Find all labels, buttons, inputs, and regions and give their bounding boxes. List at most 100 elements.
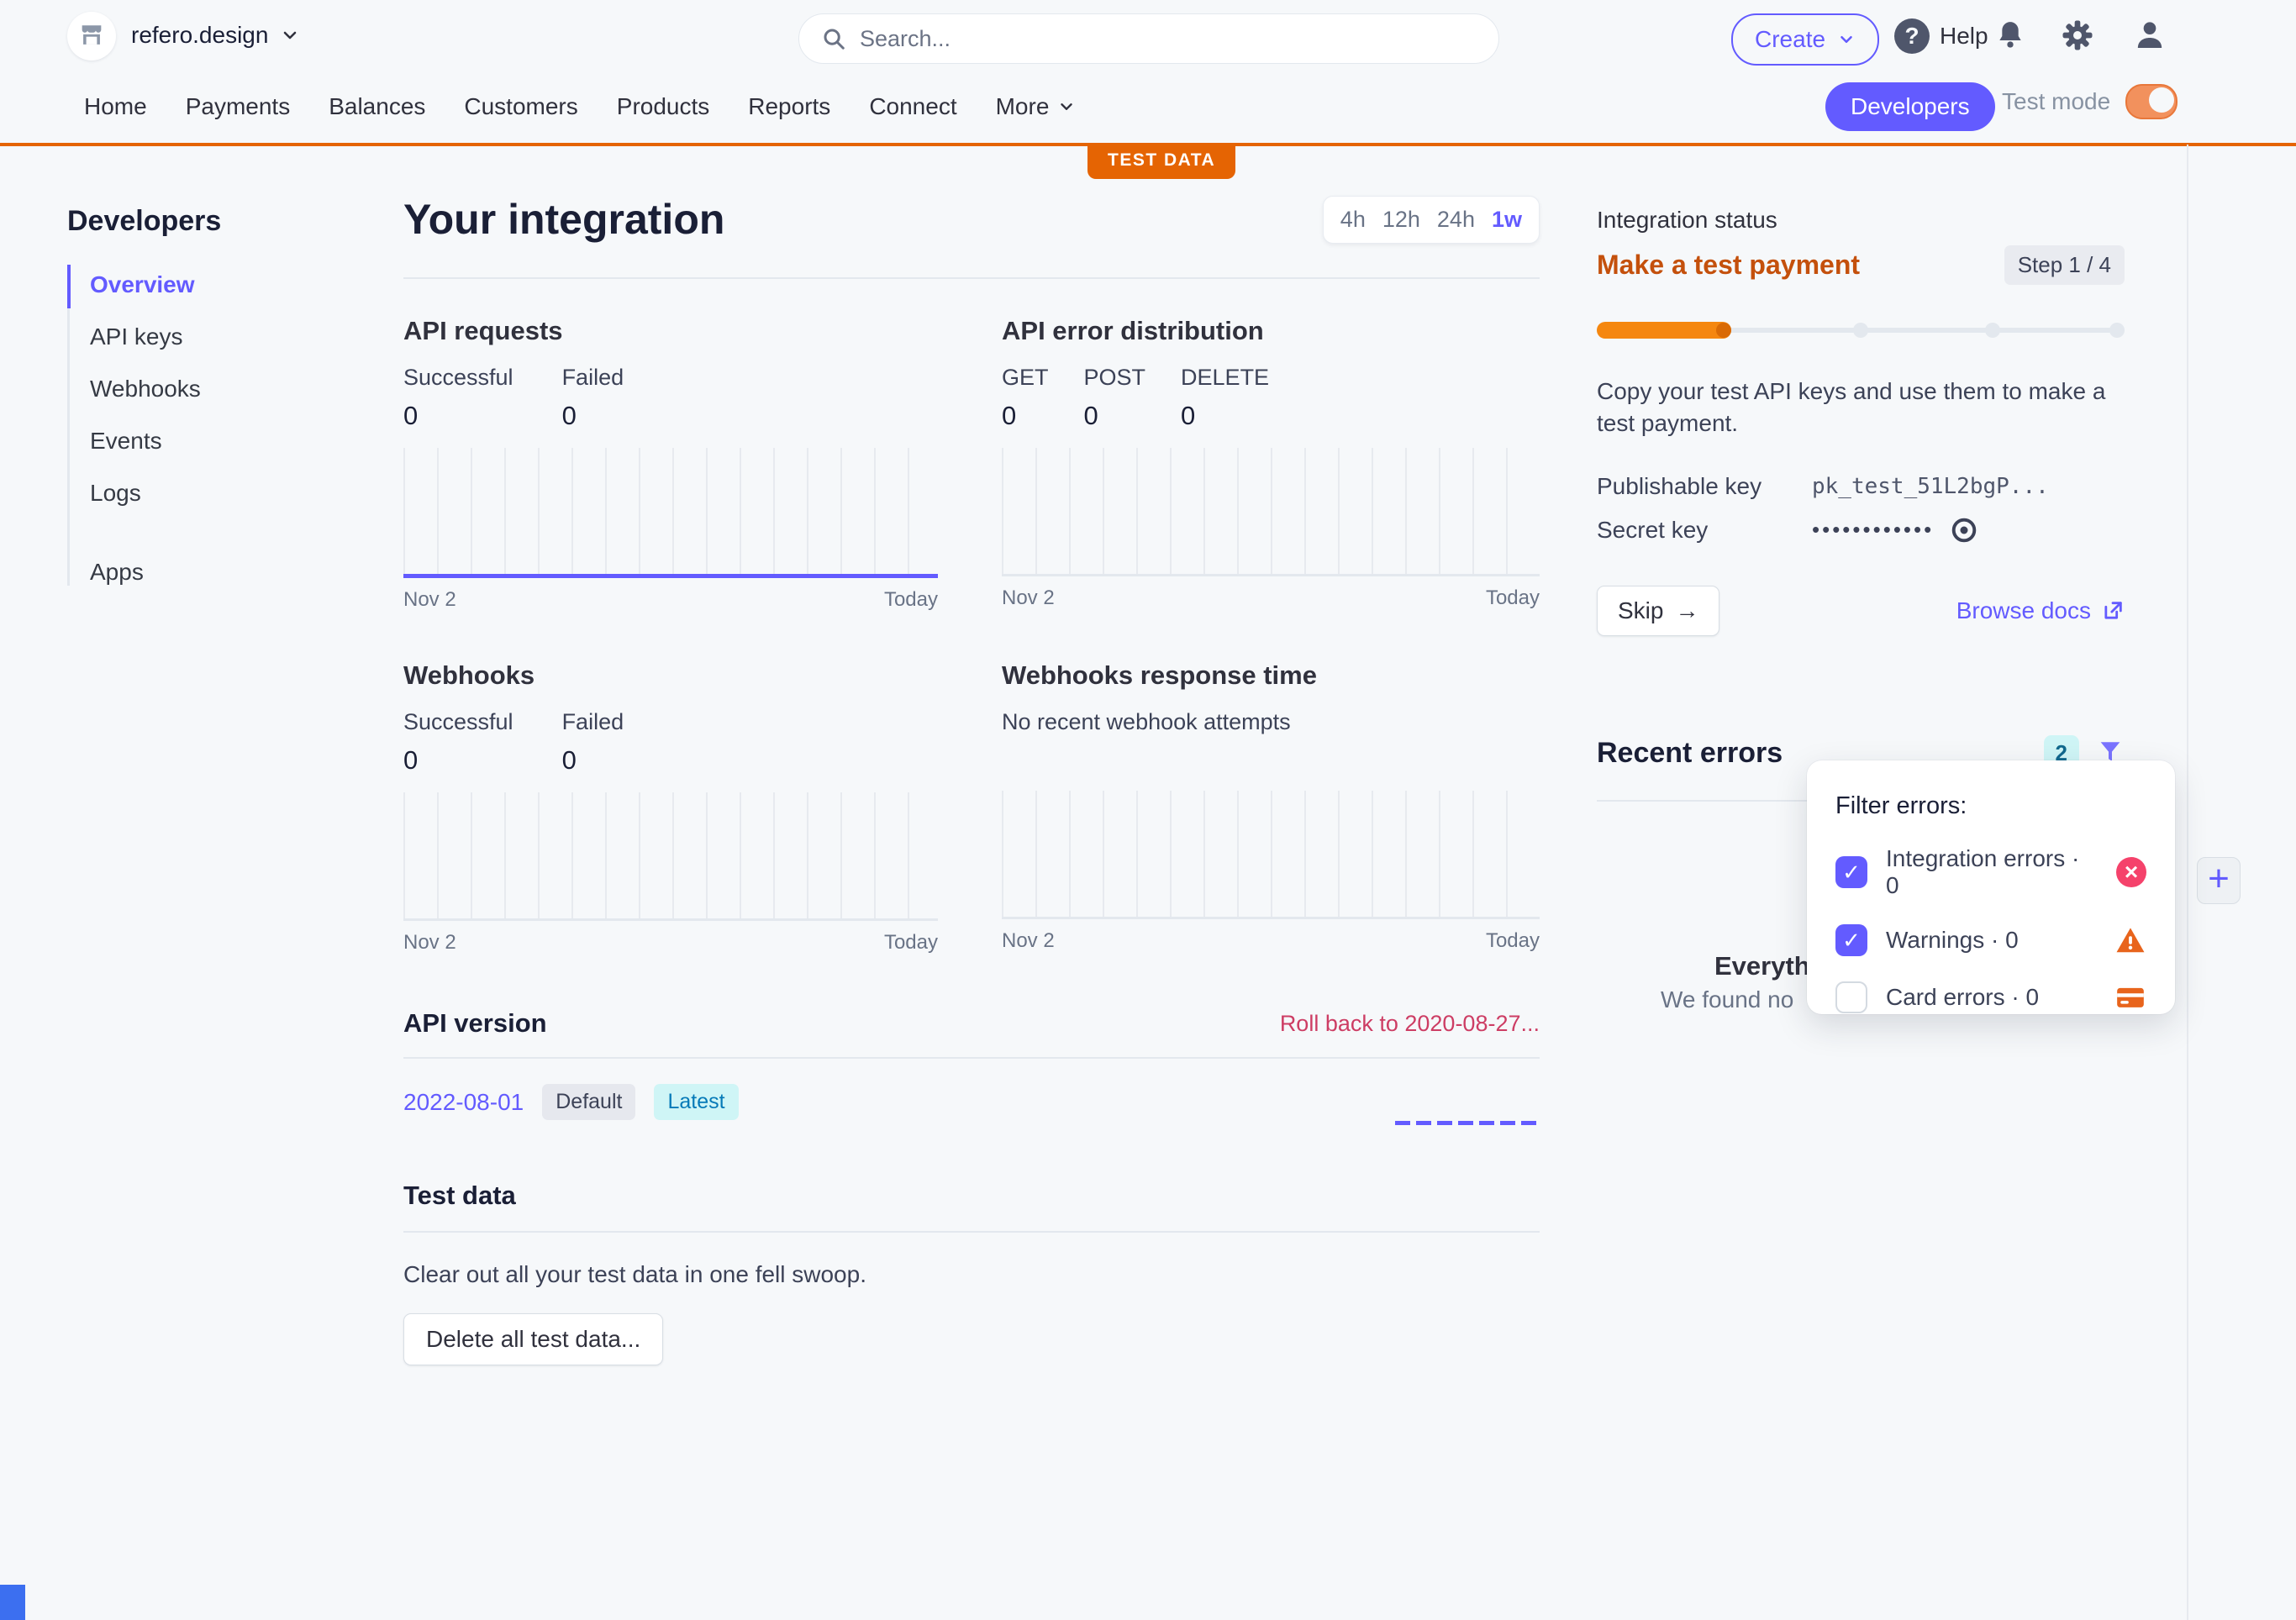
eye-icon[interactable] xyxy=(1949,515,1979,545)
warning-triangle-icon xyxy=(2114,924,2146,956)
card-title: API error distribution xyxy=(1002,316,1540,346)
notifications-button[interactable] xyxy=(1993,18,2027,52)
api-requests-card: API requests Successful 0 Failed 0 Nov 2… xyxy=(403,316,938,612)
axis-start: Nov 2 xyxy=(1002,586,1055,610)
axis-start: Nov 2 xyxy=(403,931,456,955)
warnings-checkbox[interactable] xyxy=(1835,924,1867,956)
account-name: refero.design xyxy=(131,22,268,49)
api-error-chart xyxy=(1002,448,1540,576)
test-data-description: Clear out all your test data in one fell… xyxy=(403,1261,1540,1288)
card-errors-checkbox[interactable] xyxy=(1835,981,1867,1013)
sidebar-item-apps[interactable]: Apps xyxy=(90,559,353,586)
developers-sidebar: Developers Overview API keys Webhooks Ev… xyxy=(67,205,353,611)
nav-item-connect[interactable]: Connect xyxy=(869,93,956,120)
add-button[interactable] xyxy=(2197,857,2241,904)
webhooks-response-card: Webhooks response time No recent webhook… xyxy=(1002,660,1540,955)
corner-artifact xyxy=(0,1585,25,1620)
publishable-key-value[interactable]: pk_test_51L2bgP... xyxy=(1812,474,2049,499)
browse-docs-link[interactable]: Browse docs xyxy=(1956,597,2125,624)
stat-value: 0 xyxy=(403,745,513,776)
range-24h[interactable]: 24h xyxy=(1437,207,1475,233)
empty-state-title: Everyth xyxy=(1714,951,1810,981)
divider xyxy=(403,1231,1540,1233)
profile-button[interactable] xyxy=(2133,18,2167,52)
nav-item-reports[interactable]: Reports xyxy=(748,93,830,120)
api-version-section: API version Roll back to 2020-08-27... 2… xyxy=(403,1008,1540,1120)
sidebar-item-api-keys[interactable]: API keys xyxy=(90,323,353,350)
page-title: Your integration xyxy=(403,195,724,244)
settings-button[interactable] xyxy=(2061,18,2094,52)
stat-value: 0 xyxy=(562,745,624,776)
gear-icon xyxy=(2061,18,2094,52)
skip-button[interactable]: Skip xyxy=(1597,586,1719,636)
nav-item-more[interactable]: More xyxy=(996,93,1077,120)
filter-errors-popup: Filter errors: Integration errors · 0 Wa… xyxy=(1807,760,2175,1014)
webhooks-response-chart xyxy=(1002,791,1540,919)
developers-dashboard: refero.design Search... Create ? Help xyxy=(0,0,2296,1620)
test-mode-toggle[interactable] xyxy=(2125,84,2178,119)
range-1w[interactable]: 1w xyxy=(1492,207,1522,233)
default-badge: Default xyxy=(542,1084,635,1120)
filter-row-integration-errors: Integration errors · 0 xyxy=(1835,845,2146,899)
main-content: Your integration 4h 12h 24h 1w API reque… xyxy=(403,195,1540,1365)
divider xyxy=(403,1057,1540,1059)
step-description: Copy your test API keys and use them to … xyxy=(1597,376,2118,439)
axis-end: Today xyxy=(884,931,938,955)
range-12h[interactable]: 12h xyxy=(1382,207,1420,233)
step-badge: Step 1 / 4 xyxy=(2004,245,2125,285)
external-link-icon xyxy=(2101,599,2125,623)
search-placeholder: Search... xyxy=(860,26,951,52)
axis-end: Today xyxy=(1486,929,1540,953)
sidebar-item-webhooks[interactable]: Webhooks xyxy=(90,376,353,402)
storefront-icon xyxy=(77,22,106,50)
person-icon xyxy=(2133,18,2167,52)
no-webhook-attempts-note: No recent webhook attempts xyxy=(1002,709,1540,735)
test-mode-label: Test mode xyxy=(2002,88,2110,115)
axis-start: Nov 2 xyxy=(403,588,456,612)
integration-status-label: Integration status xyxy=(1597,207,2125,234)
delete-test-data-button[interactable]: Delete all test data... xyxy=(403,1313,663,1365)
latest-badge: Latest xyxy=(654,1084,738,1120)
redacted-dashes xyxy=(1395,1121,1540,1125)
search-input[interactable]: Search... xyxy=(798,13,1499,64)
recent-errors-title: Recent errors xyxy=(1597,737,1783,770)
card-title: Webhooks response time xyxy=(1002,660,1540,691)
nav-item-products[interactable]: Products xyxy=(617,93,710,120)
filter-row-card-errors: Card errors · 0 xyxy=(1835,981,2146,1013)
developers-nav-pill[interactable]: Developers xyxy=(1825,82,1995,131)
stat-value: 0 xyxy=(1181,401,1269,431)
empty-state-text: We found no xyxy=(1661,986,1793,1013)
stat-label: DELETE xyxy=(1181,365,1269,391)
sidebar-item-logs[interactable]: Logs xyxy=(90,480,353,507)
stat-value: 0 xyxy=(1084,401,1146,431)
time-range-selector: 4h 12h 24h 1w xyxy=(1323,196,1540,244)
sidebar-item-overview[interactable]: Overview xyxy=(90,271,353,298)
stat-label: Successful xyxy=(403,365,513,391)
nav-item-home[interactable]: Home xyxy=(84,93,147,120)
test-data-badge: TEST DATA xyxy=(1087,143,1235,179)
rollback-link[interactable]: Roll back to 2020-08-27... xyxy=(1280,1011,1540,1037)
secret-key-value: •••••••••••• xyxy=(1812,517,1934,543)
secret-key-label: Secret key xyxy=(1597,517,1812,544)
range-4h[interactable]: 4h xyxy=(1340,207,1366,233)
api-version-link[interactable]: 2022-08-01 xyxy=(403,1089,524,1116)
axis-end: Today xyxy=(884,588,938,612)
error-circle-icon xyxy=(2116,857,2146,887)
stat-value: 0 xyxy=(403,401,513,431)
nav-item-payments[interactable]: Payments xyxy=(186,93,291,120)
help-icon: ? xyxy=(1894,18,1930,54)
account-switcher[interactable]: refero.design xyxy=(131,22,300,49)
stat-label: POST xyxy=(1084,365,1146,391)
nav-item-balances[interactable]: Balances xyxy=(329,93,425,120)
webhooks-chart xyxy=(403,792,938,921)
nav-item-customers[interactable]: Customers xyxy=(464,93,577,120)
divider xyxy=(1597,800,1809,802)
create-button[interactable]: Create xyxy=(1731,13,1879,66)
section-title: API version xyxy=(403,1008,547,1039)
popup-title: Filter errors: xyxy=(1835,792,2146,820)
stat-value: 0 xyxy=(562,401,624,431)
sidebar-item-events[interactable]: Events xyxy=(90,428,353,455)
help-button[interactable]: ? Help xyxy=(1894,18,1988,54)
axis-start: Nov 2 xyxy=(1002,929,1055,953)
integration-errors-checkbox[interactable] xyxy=(1835,856,1867,888)
